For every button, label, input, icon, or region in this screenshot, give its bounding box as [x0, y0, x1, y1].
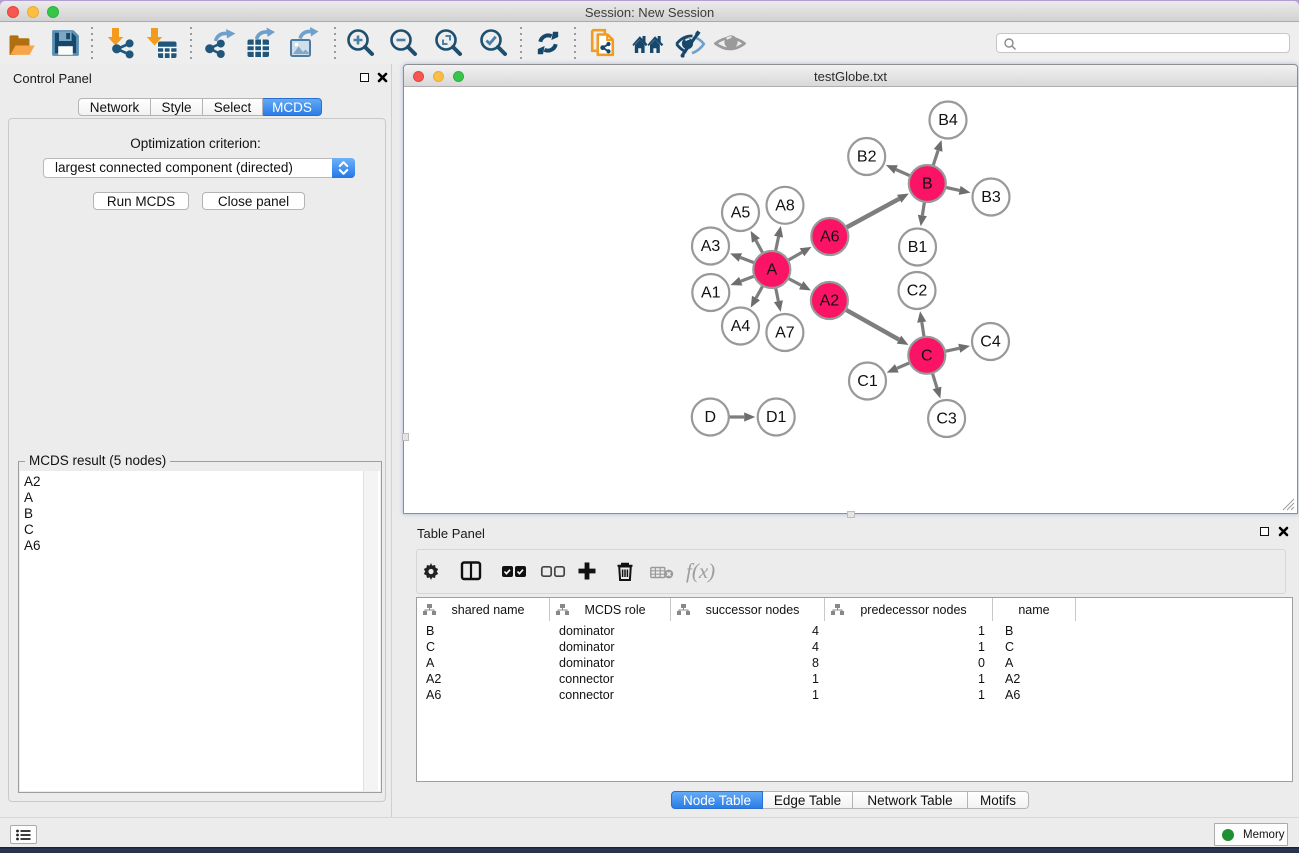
svg-text:B3: B3: [981, 189, 1001, 206]
svg-text:A3: A3: [701, 238, 721, 255]
svg-text:A5: A5: [731, 205, 751, 222]
svg-text:B1: B1: [908, 239, 928, 256]
svg-text:D: D: [705, 409, 717, 426]
svg-text:A1: A1: [701, 285, 721, 302]
svg-text:B2: B2: [857, 149, 877, 166]
svg-text:D1: D1: [766, 409, 787, 426]
svg-text:B4: B4: [938, 112, 958, 129]
svg-text:B: B: [922, 176, 933, 193]
svg-text:A8: A8: [775, 198, 795, 215]
svg-text:A6: A6: [820, 229, 840, 246]
svg-text:A7: A7: [775, 325, 795, 342]
svg-text:C3: C3: [936, 411, 957, 428]
svg-text:C1: C1: [857, 373, 878, 390]
svg-text:C: C: [921, 348, 933, 365]
svg-text:A4: A4: [731, 318, 751, 335]
svg-text:C4: C4: [980, 334, 1001, 351]
svg-text:A: A: [766, 262, 777, 279]
svg-text:A2: A2: [820, 293, 840, 310]
svg-text:C2: C2: [907, 283, 928, 300]
